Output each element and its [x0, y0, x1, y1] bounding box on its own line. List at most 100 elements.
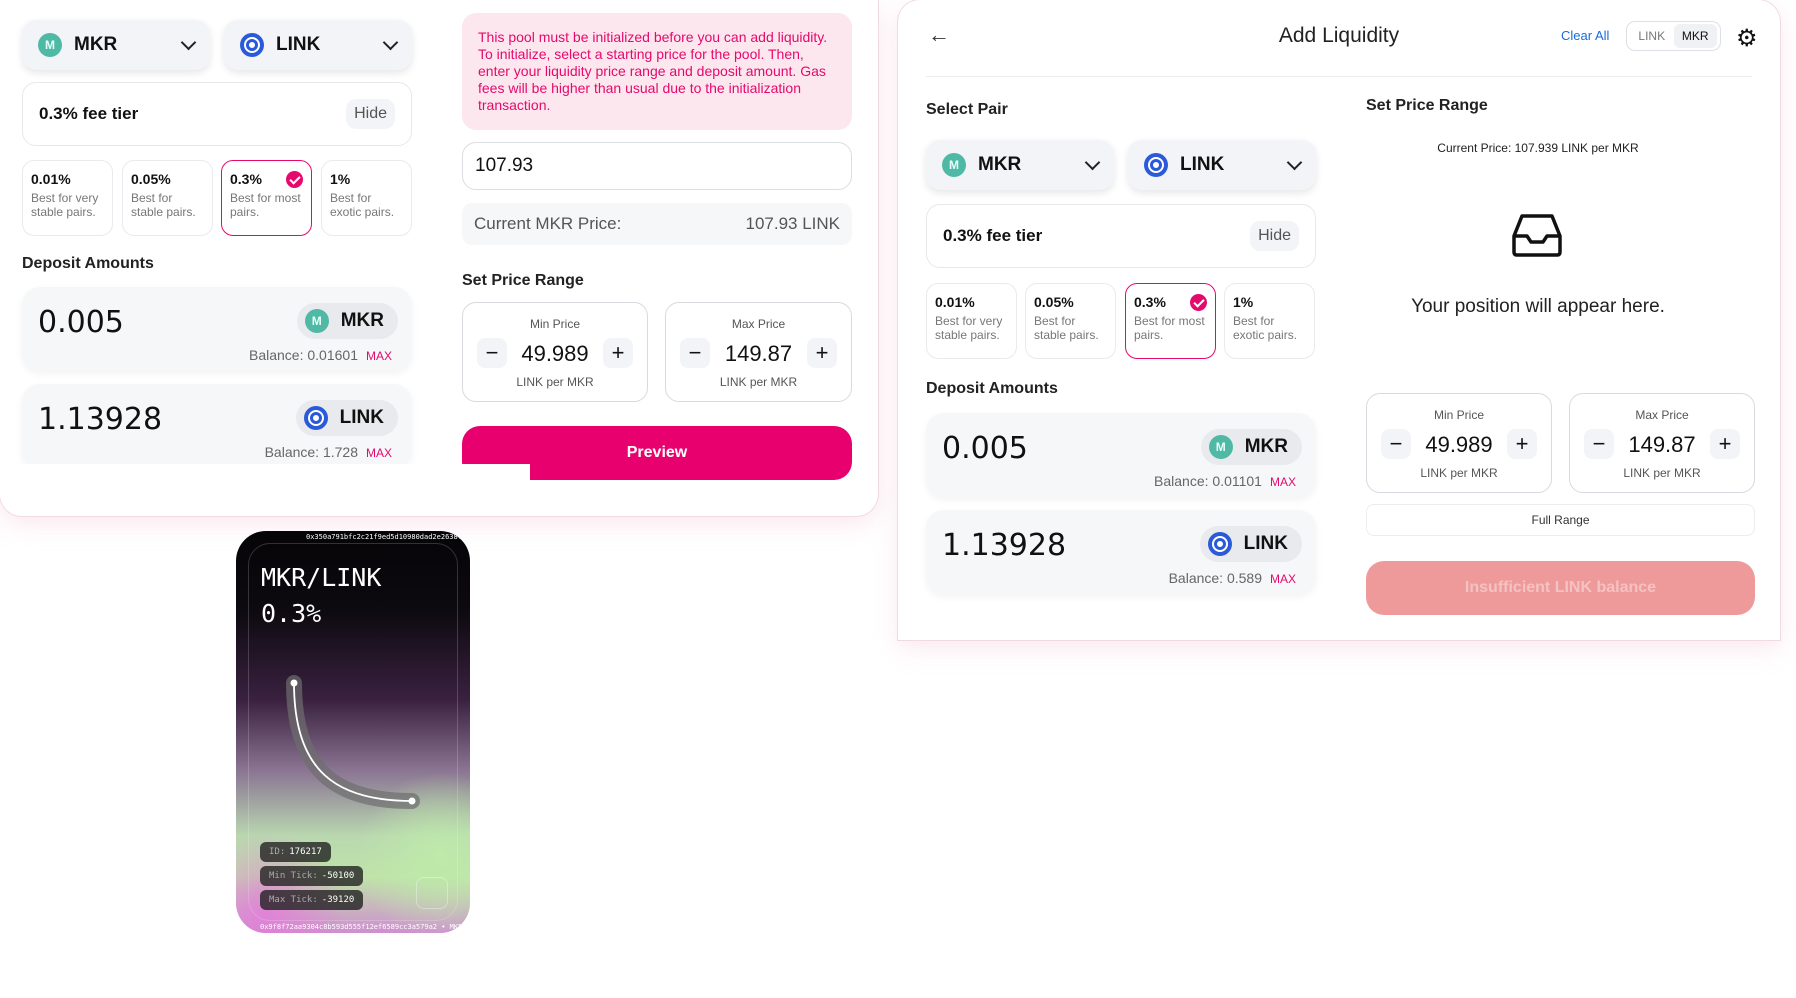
deposit-token-pill: LINK [1199, 526, 1302, 562]
token-b-select[interactable]: LINK [224, 20, 412, 70]
token-a-select[interactable]: MKR [22, 20, 210, 70]
deposit-token-pill: LINK [295, 400, 398, 436]
nft-max-tick-tag: Max Tick: -39120 [260, 890, 364, 910]
increase-max-price-button[interactable]: + [807, 338, 837, 368]
fee-option-desc: Best for stable pairs. [1034, 314, 1099, 342]
token-b-select[interactable]: LINK [1128, 140, 1316, 190]
link-token-icon [1207, 532, 1232, 556]
deposit-token-symbol: MKR [340, 310, 384, 331]
nft-min-tick-label: Min Tick: [269, 871, 318, 881]
fee-option-1[interactable]: 1% Best for exotic pairs. [1224, 283, 1315, 359]
deposit-token-symbol: MKR [1244, 436, 1288, 457]
fee-tier-box: 0.3% fee tier Hide [22, 82, 412, 146]
deposit-token-pill: MKR [1200, 429, 1302, 465]
price-denomination-toggle[interactable]: LINK MKR [1626, 21, 1721, 51]
increase-min-price-button[interactable]: + [603, 338, 633, 368]
deposit-amount-input[interactable]: 0.005 [942, 431, 1028, 466]
deposit-token-symbol: LINK [339, 407, 384, 428]
deposit-balance: Balance: 0.589 MAX [1169, 570, 1296, 586]
balance-text: Balance: 1.728 [264, 444, 358, 460]
min-price-card: Min Price − 49.989 + LINK per MKR [1366, 393, 1552, 493]
min-price-unit: LINK per MKR [1420, 466, 1498, 480]
deposit-balance: Balance: 0.01601 MAX [249, 347, 392, 363]
insufficient-balance-button[interactable]: Insufficient LINK balance [1366, 561, 1755, 615]
fee-tier-label: 0.3% fee tier [39, 104, 139, 123]
balance-text: Balance: 0.589 [1168, 570, 1262, 586]
deposit-box-mkr: 0.005 MKR Balance: 0.01101 MAX [926, 413, 1316, 497]
chevron-down-icon [1084, 154, 1101, 170]
fee-option-0.01[interactable]: 0.01% Best for very stable pairs. [926, 283, 1017, 359]
current-price-label: Current MKR Price: [474, 214, 622, 233]
position-placeholder: Your position will appear here. [1411, 296, 1665, 317]
nft-max-tick-label: Max Tick: [269, 895, 318, 905]
token-b-symbol: LINK [1180, 154, 1225, 175]
set-price-range-title: Set Price Range [462, 272, 584, 289]
max-button[interactable]: MAX [366, 446, 392, 460]
hide-fee-options-button[interactable]: Hide [1250, 221, 1299, 251]
current-price-row: Current MKR Price: 107.93 LINK [462, 203, 852, 245]
check-icon [1190, 294, 1207, 311]
deposit-token-pill: MKR [296, 303, 398, 339]
fee-option-desc: Best for exotic pairs. [1233, 314, 1298, 342]
starting-price-value: 107.93 [475, 155, 534, 176]
header-divider [926, 76, 1752, 77]
nft-id-value: 176217 [289, 847, 322, 857]
token-b-symbol: LINK [276, 34, 321, 55]
settings-gear-icon[interactable]: ⚙ [1736, 24, 1758, 53]
token-a-select[interactable]: MKR [926, 140, 1114, 190]
deposit-token-symbol: LINK [1243, 533, 1288, 554]
toggle-mkr[interactable]: MKR [1673, 24, 1717, 48]
max-button[interactable]: MAX [1270, 572, 1296, 586]
chevron-down-icon [180, 34, 197, 50]
nft-min-tick-value: -50100 [321, 871, 355, 881]
fee-tier-label: 0.3% fee tier [943, 226, 1043, 245]
mkr-token-icon [38, 33, 62, 57]
min-price-unit: LINK per MKR [516, 375, 594, 389]
check-icon [286, 171, 303, 188]
fee-option-0.3[interactable]: 0.3% Best for most pairs. [221, 160, 312, 236]
fee-option-1[interactable]: 1% Best for exotic pairs. [321, 160, 412, 236]
fee-option-0.05[interactable]: 0.05% Best for stable pairs. [1025, 283, 1116, 359]
deposit-box-link: 1.13928 LINK Balance: 1.728 MAX [22, 384, 412, 468]
clear-all-button[interactable]: Clear All [1561, 28, 1609, 43]
fee-tier-box: 0.3% fee tier Hide [926, 204, 1316, 268]
fee-option-desc: Best for exotic pairs. [330, 191, 395, 219]
balance-text: Balance: 0.01601 [249, 347, 358, 363]
starting-price-input[interactable]: 107.93 [462, 142, 852, 190]
max-price-unit: LINK per MKR [1623, 466, 1701, 480]
fee-option-desc: Best for very stable pairs. [31, 191, 99, 219]
deposit-amounts-title: Deposit Amounts [22, 255, 154, 272]
max-price-card: Max Price − 149.87 + LINK per MKR [1569, 393, 1755, 493]
nft-id-label: ID: [269, 847, 286, 857]
max-price-label: Max Price [731, 317, 786, 331]
balance-text: Balance: 0.01101 [1154, 473, 1262, 489]
fee-option-0.05[interactable]: 0.05% Best for stable pairs. [122, 160, 213, 236]
fee-option-pct: 0.01% [935, 294, 975, 310]
max-button[interactable]: MAX [366, 349, 392, 363]
mkr-token-icon [1208, 435, 1233, 459]
fee-option-pct: 1% [330, 171, 351, 187]
select-pair-title: Select Pair [926, 101, 1008, 118]
mkr-token-icon [304, 309, 329, 333]
mkr-token-icon [942, 153, 966, 177]
increase-min-price-button[interactable]: + [1507, 429, 1537, 459]
fee-option-pct: 0.05% [131, 171, 171, 187]
deposit-box-mkr: 0.005 MKR Balance: 0.01601 MAX [22, 287, 412, 371]
deposit-amount-input[interactable]: 1.13928 [942, 528, 1066, 563]
token-a-symbol: MKR [978, 154, 1022, 175]
deposit-amount-input[interactable]: 1.13928 [38, 402, 162, 437]
full-range-button[interactable]: Full Range [1366, 504, 1755, 536]
hide-fee-options-button[interactable]: Hide [346, 99, 395, 129]
deposit-balance: Balance: 0.01101 MAX [1154, 473, 1296, 489]
deposit-amount-input[interactable]: 0.005 [38, 305, 124, 340]
nft-max-tick-value: -39120 [321, 895, 355, 905]
max-button[interactable]: MAX [1270, 475, 1296, 489]
set-price-range-title: Set Price Range [1366, 97, 1488, 114]
token-a-symbol: MKR [74, 34, 118, 55]
fee-option-0.3[interactable]: 0.3% Best for most pairs. [1125, 283, 1216, 359]
chevron-down-icon [1286, 154, 1303, 170]
increase-max-price-button[interactable]: + [1710, 429, 1740, 459]
toggle-link[interactable]: LINK [1630, 24, 1674, 48]
min-price-label: Min Price [1433, 408, 1484, 422]
fee-option-0.01[interactable]: 0.01% Best for very stable pairs. [22, 160, 113, 236]
